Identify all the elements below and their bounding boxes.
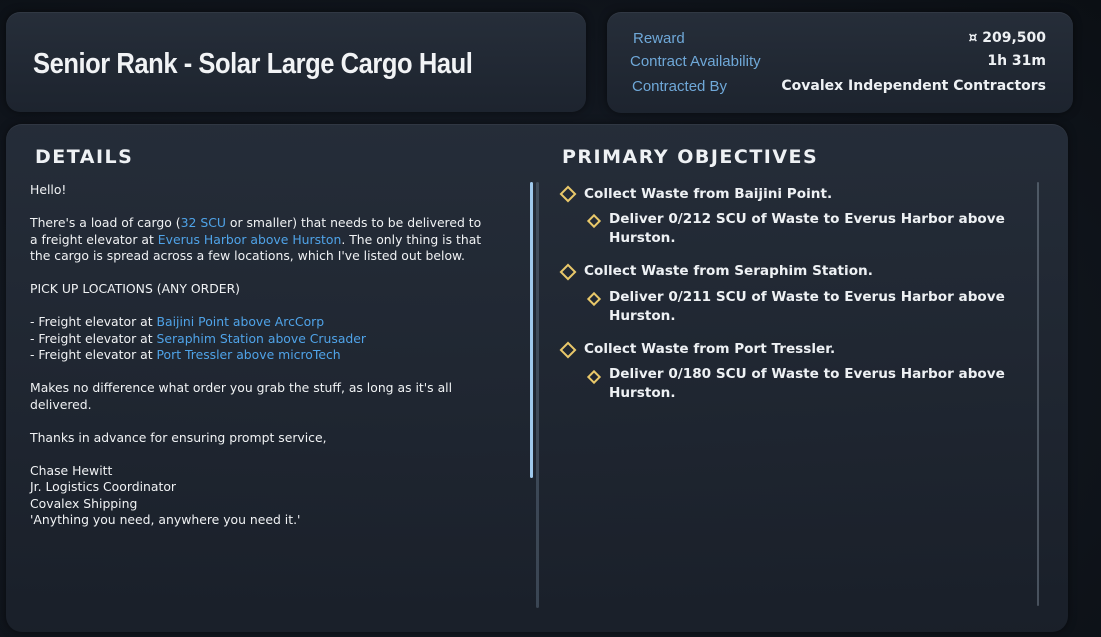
objectives-heading: PRIMARY OBJECTIVES [562,146,819,168]
pickup-location-link-baijini[interactable]: Baijini Point above ArcCorp [157,314,325,329]
contract-info-panel: Reward ¤ 209,500 Contract Availability 1… [607,12,1073,113]
objective-main: Collect Waste from Baijini Point. [584,186,833,202]
sub-objective-line-1: Deliver 0/180 SCU of Waste to Everus Har… [609,366,1005,382]
title-panel: Senior Rank - Solar Large Cargo Haul [6,12,586,112]
details-heading: DETAILS [35,146,134,168]
reward-value: ¤ 209,500 [968,30,1046,46]
pickup-item: - Freight elevator at Seraphim Station a… [30,330,367,346]
details-scrollbar[interactable] [536,182,539,608]
sub-objective-line-2: Hurston. [609,385,676,401]
sub-objective-line-1: Deliver 0/211 SCU of Waste to Everus Har… [609,289,1005,305]
details-text[interactable]: Hello! There's a load of cargo (32 SCU o… [30,182,490,545]
details-paragraph-3: Makes no difference what order you grab … [30,380,453,412]
objectives-scrollbar[interactable] [1037,182,1039,606]
availability-label: Contract Availability [630,53,761,70]
sub-objective-line-2: Hurston. [609,230,676,246]
pickup-item: - Freight elevator at Port Tressler abov… [30,347,341,362]
details-paragraph-1: There's a load of cargo (32 SCU or small… [30,215,482,263]
availability-value: 1h 31m [987,53,1046,69]
signature-title: Jr. Logistics Coordinator [30,479,177,494]
cargo-size-link[interactable]: 32 SCU [181,215,226,230]
signature-name: Chase Hewitt [30,462,113,478]
contracted-by-value: Covalex Independent Contractors [781,78,1046,94]
contract-title: Senior Rank - Solar Large Cargo Haul [33,48,473,80]
availability-row: Contract Availability 1h 31m [607,53,1073,75]
pickup-location-link-seraphim[interactable]: Seraphim Station above Crusader [157,331,367,346]
signature: Chase Hewitt Jr. Logistics Coordinator C… [30,463,490,529]
reward-label: Reward [633,30,685,47]
reward-row: Reward ¤ 209,500 [607,30,1073,52]
details-paragraph-4: Thanks in advance for ensuring prompt se… [30,429,327,445]
objective-main: Collect Waste from Seraphim Station. [584,263,873,279]
contracted-by-row: Contracted By Covalex Independent Contra… [607,78,1073,100]
pickup-location-link-tressler[interactable]: Port Tressler above microTech [157,347,341,362]
sub-objective-line-1: Deliver 0/212 SCU of Waste to Everus Har… [609,211,1005,227]
pickup-heading: PICK UP LOCATIONS (ANY ORDER) [30,281,241,296]
pickup-list: - Freight elevator at Baijini Point abov… [30,314,490,364]
destination-link[interactable]: Everus Harbor above Hurston [158,232,342,247]
signature-company: Covalex Shipping [30,495,138,511]
objective-main: Collect Waste from Port Tressler. [584,341,836,357]
pickup-item: - Freight elevator at Baijini Point abov… [30,314,325,329]
signature-motto: 'Anything you need, anywhere you need it… [30,512,301,527]
contracted-by-label: Contracted By [632,78,728,95]
sub-objective-line-2: Hurston. [609,308,676,324]
details-scrollbar-thumb[interactable] [530,182,533,478]
greeting-text: Hello! [30,182,67,197]
